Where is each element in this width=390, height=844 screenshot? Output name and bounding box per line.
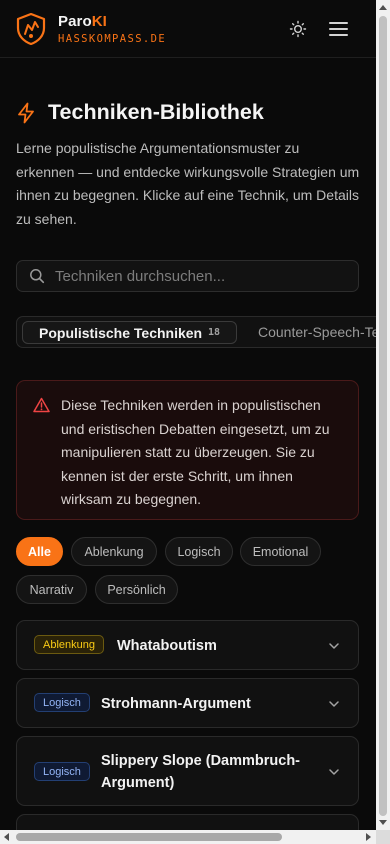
alert-text: Diese Techniken werden in populistischen…	[61, 397, 330, 507]
page-title: Techniken-Bibliothek	[48, 100, 264, 124]
technique-title: Whataboutism	[117, 638, 217, 654]
technique-card[interactable]: Logisch Slippery Slope (Dammbruch-Argume…	[16, 736, 359, 806]
lightning-icon	[18, 102, 34, 123]
chevron-down-icon	[329, 701, 339, 707]
search-box[interactable]	[16, 260, 359, 292]
page-title-row: Techniken-Bibliothek	[16, 100, 264, 125]
scrollbar-corner	[376, 830, 390, 844]
brand-name: ParoKI	[58, 13, 107, 30]
tab-populistische-techniken[interactable]: Populistische Techniken 18	[22, 321, 237, 344]
technique-tabs: Populistische Techniken 18 Counter-Speec…	[16, 316, 376, 348]
app-header: ParoKI HASSKOMPASS.DE	[0, 0, 376, 58]
filter-alle[interactable]: Alle	[16, 537, 63, 566]
vertical-scrollbar[interactable]	[376, 0, 390, 830]
search-input[interactable]	[55, 267, 335, 285]
horizontal-scrollbar[interactable]	[0, 830, 376, 844]
filter-logisch[interactable]: Logisch	[165, 537, 233, 566]
brand[interactable]: ParoKI HASSKOMPASS.DE	[58, 13, 166, 45]
filter-ablenkung[interactable]: Ablenkung	[71, 537, 157, 566]
technique-card[interactable]	[16, 814, 359, 830]
warning-alert: Diese Techniken werden in populistischen…	[16, 380, 359, 520]
scroll-right-icon[interactable]	[366, 833, 371, 841]
scroll-left-icon[interactable]	[4, 833, 9, 841]
scroll-up-icon[interactable]	[379, 5, 387, 10]
sun-icon	[289, 20, 307, 38]
category-badge: Ablenkung	[34, 635, 104, 654]
logo-icon[interactable]	[16, 13, 46, 45]
brand-domain: HASSKOMPASS.DE	[58, 33, 167, 45]
menu-button[interactable]	[329, 17, 353, 41]
chevron-down-icon	[329, 769, 339, 775]
chevron-down-icon	[329, 643, 339, 649]
tab-count-badge: 18	[207, 327, 220, 338]
filter-emotional[interactable]: Emotional	[240, 537, 321, 566]
filter-narrativ[interactable]: Narrativ	[16, 575, 87, 604]
category-badge: Logisch	[34, 693, 90, 712]
tab-counter-speech-techniken[interactable]: Counter-Speech-Techniken	[258, 324, 376, 340]
technique-title: Slippery Slope (Dammbruch-Argument)	[101, 753, 301, 791]
menu-icon	[329, 22, 348, 24]
technique-card[interactable]: Logisch Strohmann-Argument	[16, 678, 359, 728]
warning-triangle-icon	[33, 397, 50, 413]
technique-card[interactable]: Ablenkung Whataboutism	[16, 620, 359, 670]
filter-persoenlich[interactable]: Persönlich	[95, 575, 178, 604]
vertical-scroll-thumb[interactable]	[379, 16, 387, 816]
theme-toggle-button[interactable]	[286, 17, 310, 41]
scroll-down-icon[interactable]	[379, 820, 387, 825]
page: ParoKI HASSKOMPASS.DE Techniken-Biblioth…	[0, 0, 376, 830]
tab-label: Populistische Techniken	[39, 324, 203, 341]
search-icon	[30, 269, 45, 284]
category-badge: Logisch	[34, 762, 90, 781]
technique-title: Strohmann-Argument	[101, 696, 251, 712]
horizontal-scroll-thumb[interactable]	[16, 833, 282, 841]
page-intro: Lerne populistische Argumentationsmuster…	[16, 140, 360, 227]
